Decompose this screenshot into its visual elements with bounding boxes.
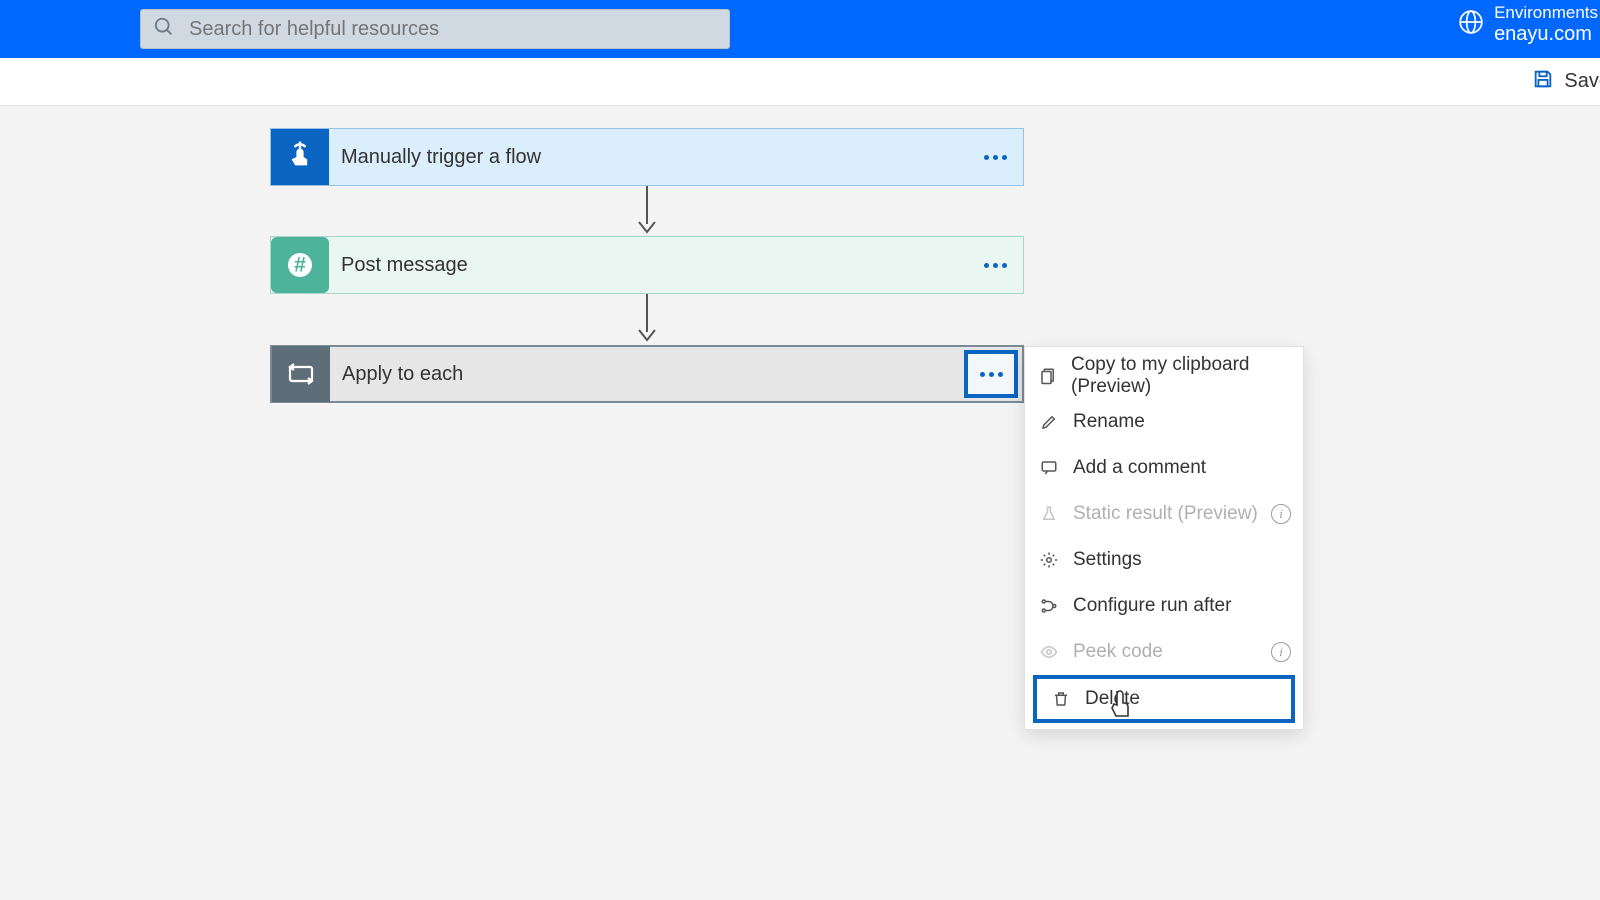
menu-add-comment[interactable]: Add a comment: [1025, 445, 1303, 491]
menu-comment-label: Add a comment: [1073, 457, 1206, 479]
info-icon: i: [1271, 504, 1291, 524]
search-input[interactable]: [189, 18, 717, 41]
menu-settings-label: Settings: [1073, 549, 1142, 571]
command-bar: Save: [0, 58, 1600, 106]
trash-icon: [1051, 690, 1071, 708]
search-icon: [153, 16, 175, 43]
touch-icon: [271, 129, 329, 185]
save-button[interactable]: Save: [1532, 68, 1600, 96]
menu-delete-label: Delete: [1085, 688, 1140, 710]
context-menu: Copy to my clipboard (Preview) Rename Ad…: [1024, 346, 1304, 730]
step-apply-to-each[interactable]: Apply to each: [270, 345, 1024, 403]
info-icon: i: [1271, 642, 1291, 662]
menu-rename[interactable]: Rename: [1025, 399, 1303, 445]
menu-copy-clipboard[interactable]: Copy to my clipboard (Preview): [1025, 353, 1303, 399]
menu-static-label: Static result (Preview): [1073, 503, 1258, 525]
step-post-message-label: Post message: [329, 254, 967, 277]
save-icon: [1532, 68, 1554, 96]
menu-copy-label: Copy to my clipboard (Preview): [1071, 354, 1289, 398]
menu-configure-run-after[interactable]: Configure run after: [1025, 583, 1303, 629]
step-post-message[interactable]: # Post message: [270, 236, 1024, 294]
save-label: Save: [1564, 70, 1600, 93]
globe-icon: [1458, 9, 1484, 40]
environment-text: Environments enayu.com: [1494, 4, 1598, 45]
environment-label: Environments: [1494, 4, 1598, 23]
search-box[interactable]: [140, 9, 730, 49]
connector-arrow: [636, 186, 658, 236]
clipboard-icon: [1039, 367, 1057, 385]
app-header: Environments enayu.com: [0, 0, 1600, 58]
gear-icon: [1039, 551, 1059, 569]
connector-arrow: [636, 294, 658, 344]
environment-value: enayu.com: [1494, 23, 1598, 45]
eye-icon: [1039, 643, 1059, 661]
flask-icon: [1039, 505, 1059, 523]
step-apply-label: Apply to each: [330, 363, 964, 386]
environment-switcher[interactable]: Environments enayu.com: [1458, 4, 1600, 45]
menu-rename-label: Rename: [1073, 411, 1145, 433]
menu-peek-code: Peek code i: [1025, 629, 1303, 675]
hashtag-icon: #: [271, 237, 329, 293]
pencil-icon: [1039, 413, 1059, 431]
flow-canvas: Manually trigger a flow # Post message: [0, 106, 1600, 900]
step-trigger[interactable]: Manually trigger a flow: [270, 128, 1024, 186]
menu-settings[interactable]: Settings: [1025, 537, 1303, 583]
step-apply-more-button[interactable]: [964, 350, 1018, 398]
loop-icon: [272, 346, 330, 402]
menu-runafter-label: Configure run after: [1073, 595, 1231, 617]
svg-text:#: #: [294, 253, 306, 277]
step-post-more-button[interactable]: [967, 237, 1023, 293]
menu-delete[interactable]: Delete: [1033, 675, 1295, 723]
comment-icon: [1039, 459, 1059, 477]
menu-peek-label: Peek code: [1073, 641, 1163, 663]
branch-icon: [1039, 597, 1059, 615]
step-trigger-label: Manually trigger a flow: [329, 146, 967, 169]
menu-static-result: Static result (Preview) i: [1025, 491, 1303, 537]
step-trigger-more-button[interactable]: [967, 129, 1023, 185]
